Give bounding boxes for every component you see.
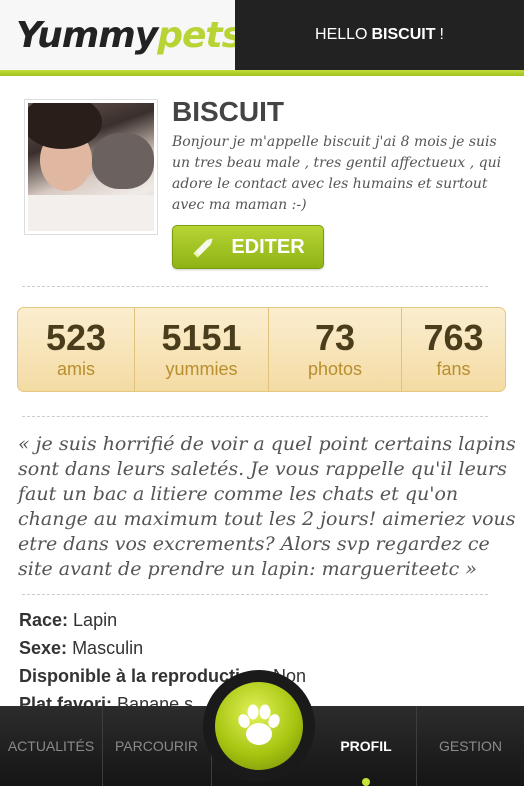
header-accent-bar — [0, 70, 524, 76]
stat-label: photos — [307, 359, 363, 379]
info-race: Race: Lapin — [19, 610, 117, 631]
greeting-prefix: HELLO — [315, 26, 368, 43]
active-tab-indicator — [362, 778, 370, 786]
avatar[interactable] — [24, 99, 158, 235]
info-value: Masculin — [72, 638, 144, 658]
nav-label: GESTION — [438, 738, 502, 754]
nav-gestion[interactable]: GESTION — [417, 706, 524, 786]
stat-label: yummies — [165, 359, 238, 379]
app-header: Yummypets HELLO BISCUIT ! — [0, 0, 524, 70]
profile-bio: Bonjour je m'appelle biscuit j'ai 8 mois… — [172, 134, 502, 213]
nav-parcourir[interactable]: PARCOURIR — [103, 706, 212, 786]
nav-label: ACTUALITÉS — [7, 738, 95, 754]
nav-actualites[interactable]: ACTUALITÉS — [0, 706, 103, 786]
info-label: Race: — [19, 610, 69, 630]
profile-name: BISCUIT — [172, 96, 284, 127]
divider — [22, 416, 488, 417]
info-value: Lapin — [73, 610, 118, 630]
info-label: Sexe: — [19, 638, 68, 658]
stat-value: 523 — [45, 317, 107, 358]
edit-button[interactable]: EDITER — [172, 225, 324, 269]
nav-label: PARCOURIR — [115, 738, 198, 754]
pencil-icon — [193, 238, 213, 258]
stat-label: amis — [56, 359, 95, 379]
stat-yummies[interactable]: 5151 yummies — [135, 308, 269, 391]
stat-amis[interactable]: 523 amis — [18, 308, 135, 391]
greeting-suffix: ! — [439, 26, 444, 43]
stat-value: 5151 — [161, 317, 242, 358]
logo[interactable]: Yummypets — [0, 0, 243, 70]
greeting-name: BISCUIT — [371, 26, 436, 43]
paw-home-button[interactable] — [203, 670, 315, 782]
info-sexe: Sexe: Masculin — [19, 638, 143, 659]
stats-panel: 523 amis 5151 yummies 73 photos 763 fans — [17, 307, 506, 392]
stat-photos[interactable]: 73 photos — [269, 308, 402, 391]
logo-text: Yummypets — [16, 14, 243, 56]
status-quote: « je suis horrifié de voir a quel point … — [18, 433, 516, 580]
divider — [22, 594, 488, 595]
divider — [22, 286, 488, 287]
greeting: HELLO BISCUIT ! — [235, 0, 524, 70]
stat-value: 763 — [423, 317, 484, 358]
nav-profil[interactable]: PROFIL — [316, 706, 417, 786]
edit-button-label: EDITER — [231, 235, 305, 258]
stat-label: fans — [436, 359, 471, 379]
stat-value: 73 — [314, 317, 356, 358]
paw-icon — [238, 704, 280, 745]
stat-fans[interactable]: 763 fans — [402, 308, 505, 391]
paw-button-face — [215, 682, 303, 770]
nav-label: PROFIL — [340, 738, 392, 754]
avatar-photo — [28, 103, 154, 231]
